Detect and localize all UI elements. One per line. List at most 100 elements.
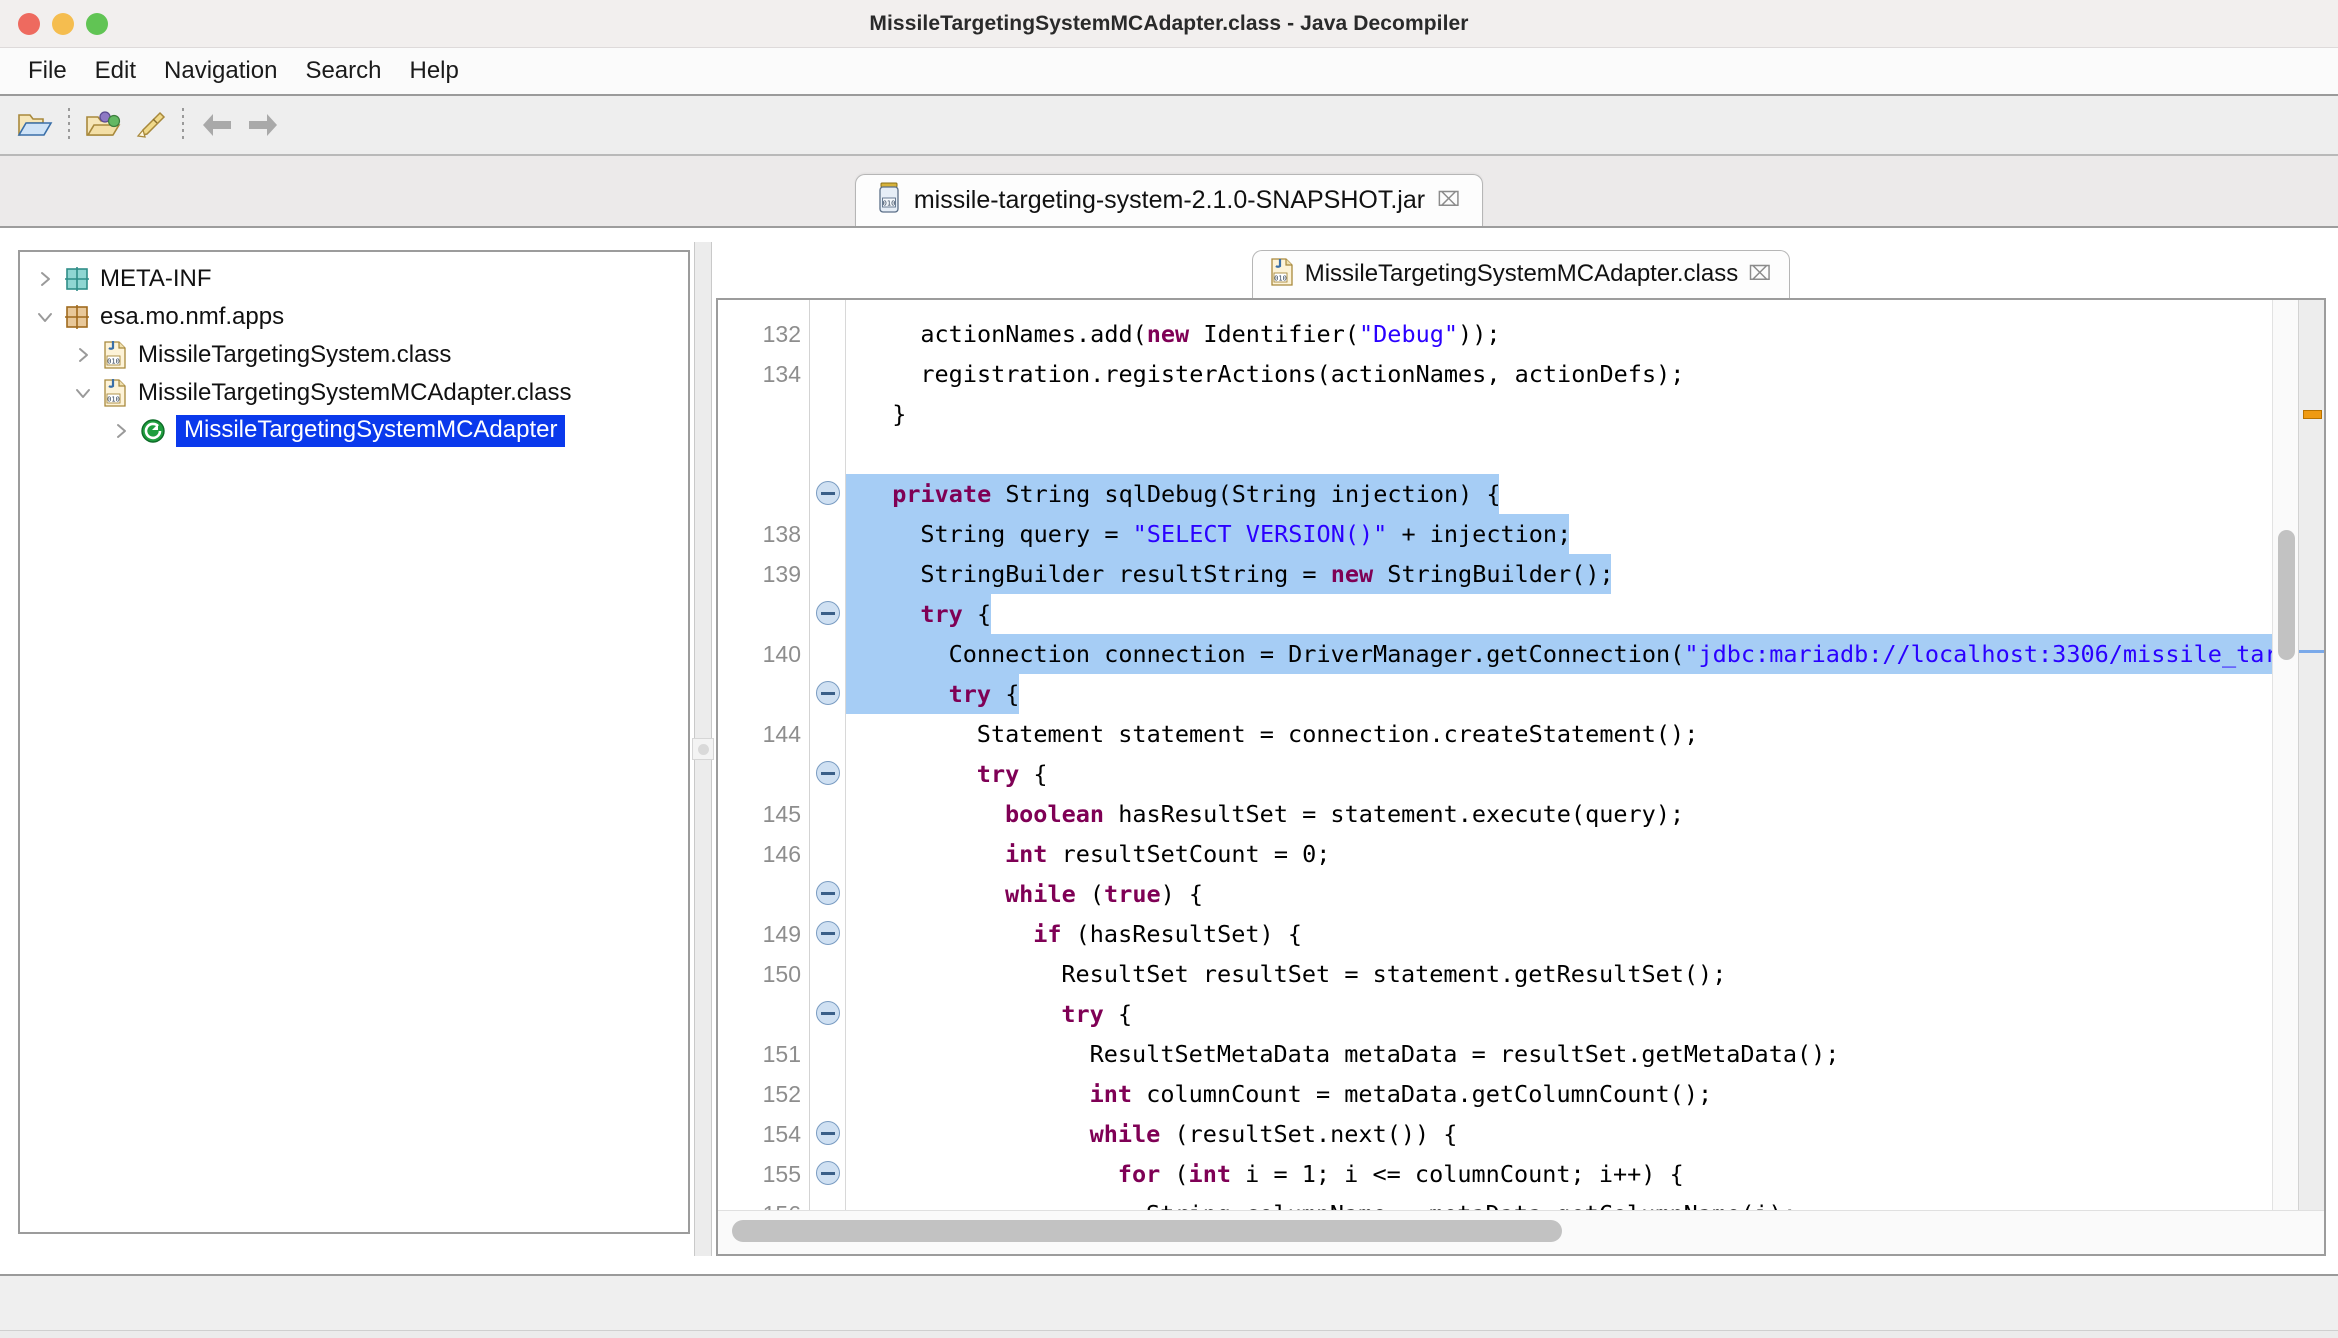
code-line[interactable]: } <box>892 402 906 427</box>
horizontal-scrollbar-thumb[interactable] <box>732 1220 1562 1242</box>
close-window-button[interactable] <box>18 12 40 35</box>
code-token: while <box>1005 880 1076 908</box>
fold-toggle-icon[interactable] <box>816 1161 840 1185</box>
class-green-icon <box>136 417 170 445</box>
code-token: Statement statement = connection.createS… <box>976 720 1699 748</box>
horizontal-scrollbar[interactable] <box>718 1210 2324 1254</box>
fold-toggle-icon[interactable] <box>816 681 840 705</box>
tree-item-4[interactable]: MissileTargetingSystemMCAdapter <box>20 412 688 450</box>
line-number: 150 <box>762 961 801 987</box>
code-line[interactable]: boolean hasResultSet = statement.execute… <box>1005 802 1684 827</box>
menu-edit[interactable]: Edit <box>81 57 150 85</box>
fold-toggle-icon[interactable] <box>816 601 840 625</box>
code-token: try <box>976 760 1020 788</box>
minimize-window-button[interactable] <box>52 12 74 35</box>
fold-toggle-icon[interactable] <box>816 1001 840 1025</box>
split-divider-grip[interactable] <box>692 738 714 760</box>
window-controls <box>18 12 108 35</box>
menu-help[interactable]: Help <box>395 57 472 85</box>
line-number: 132 <box>762 321 801 347</box>
fold-toggle-icon[interactable] <box>816 881 840 905</box>
line-number: 151 <box>762 1041 801 1067</box>
overview-marker-blue[interactable] <box>2299 650 2324 653</box>
tree-twisty-expanded[interactable] <box>68 383 98 403</box>
line-number: 140 <box>762 641 801 667</box>
tree-item-3[interactable]: 010 MissileTargetingSystemMCAdapter.class <box>20 374 688 412</box>
code-token: columnCount = metaData.getColumnCount(); <box>1132 1080 1713 1108</box>
menu-file[interactable]: File <box>14 57 81 85</box>
code-token: true <box>1104 880 1161 908</box>
vertical-scrollbar-thumb[interactable] <box>2278 530 2295 660</box>
code-line[interactable]: int columnCount = metaData.getColumnCoun… <box>1090 1080 1713 1108</box>
code-line[interactable]: Statement statement = connection.createS… <box>976 720 1699 748</box>
code-line[interactable]: ResultSetMetaData metaData = resultSet.g… <box>1090 1042 1840 1067</box>
jar-tab[interactable]: 010 missile-targeting-system-2.1.0-SNAPS… <box>854 174 1484 226</box>
overview-ruler[interactable] <box>2298 300 2324 1210</box>
code-token: ( <box>1075 880 1105 908</box>
navigate-back-button[interactable] <box>194 102 240 148</box>
tree-item-2[interactable]: 010 MissileTargetingSystem.class <box>20 336 688 374</box>
package-teal-icon <box>60 265 94 293</box>
code-line[interactable]: String columnName = metaData.getColumnNa… <box>1146 1202 1797 1210</box>
fold-toggle-icon[interactable] <box>816 1121 840 1145</box>
tree-item-0[interactable]: META-INF <box>20 260 688 298</box>
menu-navigation[interactable]: Navigation <box>150 57 291 85</box>
menu-search[interactable]: Search <box>291 57 395 85</box>
vertical-scrollbar[interactable] <box>2272 300 2298 1210</box>
editor-area: 010 MissileTargetingSystemMCAdapter.clas… <box>716 242 2326 1256</box>
toolbar-separator-2 <box>182 108 184 142</box>
code-folding-gutter[interactable] <box>810 300 846 1210</box>
source-code-view[interactable]: actionNames.add(new Identifier("Debug"))… <box>846 300 2272 1210</box>
code-line[interactable]: try { <box>1061 1002 1132 1027</box>
code-line[interactable]: StringBuilder resultString = new StringB… <box>920 562 1613 587</box>
package-teal-icon <box>65 267 89 291</box>
code-line[interactable]: while (resultSet.next()) { <box>1090 1122 1458 1147</box>
open-file-button[interactable] <box>12 102 58 148</box>
code-line[interactable]: String query = "SELECT VERSION()" + inje… <box>920 520 1571 548</box>
code-line[interactable]: actionNames.add(new Identifier("Debug"))… <box>920 320 1500 348</box>
code-line[interactable]: ResultSet resultSet = statement.getResul… <box>1061 960 1727 988</box>
fold-toggle-icon[interactable] <box>816 481 840 505</box>
code-line[interactable]: private String sqlDebug(String injection… <box>892 482 1500 507</box>
navigate-forward-button[interactable] <box>240 102 286 148</box>
code-token: registration.registerActions(actionNames… <box>920 360 1685 388</box>
code-line[interactable]: registration.registerActions(actionNames… <box>920 360 1685 388</box>
line-number: 145 <box>762 801 801 827</box>
tree-item-1[interactable]: esa.mo.nmf.apps <box>20 298 688 336</box>
tree-twisty-collapsed[interactable] <box>30 269 60 289</box>
fold-toggle-icon[interactable] <box>816 761 840 785</box>
chevron-right-icon <box>79 348 88 362</box>
code-line[interactable]: for (int i = 1; i <= columnCount; i++) { <box>1118 1160 1684 1188</box>
code-line[interactable]: if (hasResultSet) { <box>1033 922 1302 947</box>
split-divider[interactable] <box>690 242 716 1256</box>
code-token: actionNames.add( <box>920 320 1147 348</box>
svg-text:010: 010 <box>1274 274 1287 282</box>
class-tab[interactable]: 010 MissileTargetingSystemMCAdapter.clas… <box>1251 250 1791 298</box>
jar-tab-close-icon[interactable]: ⌧ <box>1437 190 1460 210</box>
code-line[interactable]: try { <box>976 760 1048 788</box>
open-type-button[interactable] <box>80 102 126 148</box>
code-token: ResultSet resultSet = statement.getResul… <box>1061 960 1727 988</box>
class-tab-close-icon[interactable]: ⌧ <box>1748 264 1771 284</box>
code-line[interactable]: try { <box>920 600 992 628</box>
code-token: Identifier( <box>1189 320 1359 348</box>
code-token: ( <box>1160 1160 1189 1188</box>
code-token: { <box>991 680 1020 708</box>
tree-twisty-collapsed[interactable] <box>106 421 136 441</box>
code-line[interactable]: Connection connection = DriverManager.ge… <box>949 642 2272 667</box>
jar-icon: 010 <box>876 182 902 219</box>
code-line[interactable]: try { <box>949 680 1020 708</box>
open-type-hierarchy-button[interactable] <box>126 102 172 148</box>
code-line[interactable]: int resultSetCount = 0; <box>1005 842 1330 867</box>
overview-marker-orange[interactable] <box>2303 410 2322 419</box>
code-token: "SELECT VERSION()" <box>1132 520 1388 548</box>
tree-twisty-collapsed[interactable] <box>68 345 98 365</box>
tree-item-label: MissileTargetingSystemMCAdapter.class <box>138 379 572 406</box>
line-number: 149 <box>762 921 801 947</box>
class-file-icon: 010 <box>1269 257 1295 292</box>
code-line[interactable]: while (true) { <box>1005 880 1203 908</box>
fold-toggle-icon[interactable] <box>816 921 840 945</box>
code-token: { <box>962 600 992 628</box>
zoom-window-button[interactable] <box>86 12 108 35</box>
tree-twisty-expanded[interactable] <box>30 307 60 327</box>
